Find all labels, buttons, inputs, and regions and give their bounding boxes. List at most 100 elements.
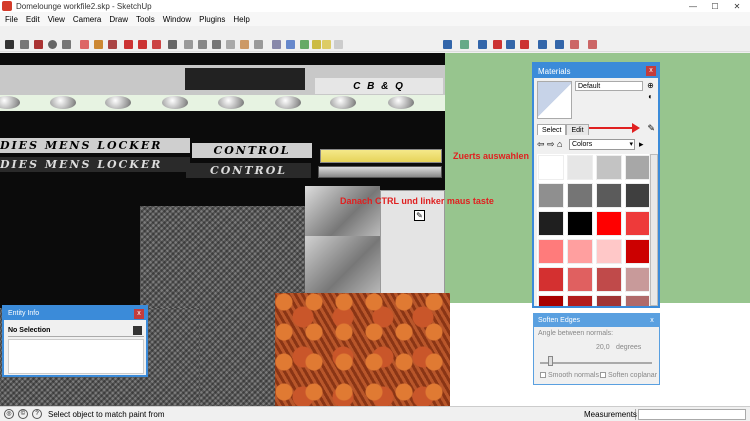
eraser-tool-icon[interactable] <box>80 40 89 49</box>
zoom-extents-icon[interactable] <box>226 40 235 49</box>
close-window-button[interactable]: ✕ <box>726 0 748 12</box>
material-swatch[interactable] <box>567 155 593 180</box>
material-swatch[interactable] <box>567 295 593 306</box>
material-swatch[interactable] <box>596 267 622 292</box>
redo-icon[interactable] <box>588 40 597 49</box>
line-tool-icon[interactable] <box>20 40 29 49</box>
material-swatch[interactable] <box>625 295 649 306</box>
orbit-tool-icon[interactable] <box>184 40 193 49</box>
soften-coplanar-option[interactable]: Soften coplanar <box>600 372 657 379</box>
paint-bucket-icon[interactable] <box>94 40 103 49</box>
components-icon[interactable] <box>254 40 263 49</box>
display-secondary-icon[interactable]: ◐ <box>646 92 655 101</box>
material-swatch[interactable] <box>596 295 622 306</box>
menu-camera[interactable]: Camera <box>73 15 101 24</box>
soften-title-bar[interactable]: Soften Edges x <box>534 314 659 327</box>
circle-tool-icon[interactable] <box>48 40 57 49</box>
material-swatch[interactable] <box>538 295 564 306</box>
pan-tool-icon[interactable] <box>198 40 207 49</box>
soften-close-button[interactable]: x <box>647 316 657 326</box>
entity-title-bar[interactable]: Entity Info x <box>4 307 146 320</box>
material-library-select[interactable]: Colors <box>569 138 635 150</box>
position-camera-icon[interactable] <box>555 40 564 49</box>
materials-title-bar[interactable]: Materials x <box>534 64 658 78</box>
protractor-icon[interactable] <box>493 40 502 49</box>
angle-slider-thumb[interactable] <box>548 356 553 366</box>
menu-tools[interactable]: Tools <box>136 15 155 24</box>
menu-view[interactable]: View <box>48 15 65 24</box>
material-swatch[interactable] <box>567 267 593 292</box>
material-swatch[interactable] <box>596 183 622 208</box>
move-tool-icon[interactable] <box>124 40 133 49</box>
home-icon[interactable]: ⌂ <box>557 139 567 149</box>
material-swatch[interactable] <box>625 267 649 292</box>
menu-plugins[interactable]: Plugins <box>199 15 225 24</box>
dark-panel <box>185 68 305 90</box>
look-around-icon[interactable] <box>538 40 547 49</box>
layer-icon[interactable] <box>286 40 295 49</box>
menu-window[interactable]: Window <box>163 15 191 24</box>
material-swatch[interactable] <box>596 155 622 180</box>
style-icon[interactable] <box>272 40 281 49</box>
material-swatch[interactable] <box>596 239 622 264</box>
3d-text-icon[interactable] <box>506 40 515 49</box>
menu-help[interactable]: Help <box>233 15 249 24</box>
tab-select[interactable]: Select <box>537 124 567 135</box>
material-swatch[interactable] <box>538 267 564 292</box>
credits-icon[interactable]: © <box>18 409 28 419</box>
tab-edit[interactable]: Edit <box>566 124 589 135</box>
pushpull-tool-icon[interactable] <box>108 40 117 49</box>
maximize-button[interactable]: ☐ <box>704 0 726 12</box>
top-view-icon[interactable] <box>322 40 331 49</box>
text-tool-icon[interactable] <box>478 40 487 49</box>
material-swatch[interactable] <box>625 183 649 208</box>
pencil-tool-icon[interactable] <box>34 40 43 49</box>
material-swatch[interactable] <box>625 155 649 180</box>
material-swatch[interactable] <box>625 211 649 236</box>
material-swatch[interactable] <box>567 211 593 236</box>
zoom-tool-icon[interactable] <box>212 40 221 49</box>
material-name-field[interactable]: Default <box>575 81 643 91</box>
entity-details-icon[interactable] <box>133 326 142 335</box>
material-tabs: Select Edit <box>537 124 589 135</box>
warehouse-icon[interactable] <box>240 40 249 49</box>
axes-icon[interactable] <box>443 40 452 49</box>
section-icon[interactable] <box>300 40 309 49</box>
help-icon[interactable]: ? <box>32 409 42 419</box>
material-swatch[interactable] <box>538 239 564 264</box>
create-material-icon[interactable]: ⊕ <box>646 81 655 90</box>
soften-coplanar-checkbox[interactable] <box>600 372 606 379</box>
undo-icon[interactable] <box>570 40 579 49</box>
back-arrow-icon[interactable]: ⇦ <box>537 139 547 150</box>
smooth-normals-checkbox[interactable] <box>540 372 546 379</box>
arc-tool-icon[interactable] <box>62 40 71 49</box>
material-swatch[interactable] <box>567 239 593 264</box>
sample-paint-icon[interactable]: ✎ <box>647 123 655 134</box>
menu-edit[interactable]: Edit <box>26 15 40 24</box>
material-swatch[interactable] <box>538 211 564 236</box>
material-swatch[interactable] <box>538 155 564 180</box>
dimension-icon[interactable] <box>460 40 469 49</box>
minimize-button[interactable]: — <box>682 0 704 12</box>
scale-tool-icon[interactable] <box>152 40 161 49</box>
rotate-tool-icon[interactable] <box>138 40 147 49</box>
material-swatch[interactable] <box>538 183 564 208</box>
tape-measure-icon[interactable] <box>168 40 177 49</box>
forward-arrow-icon[interactable]: ⇨ <box>547 139 557 150</box>
material-swatch[interactable] <box>625 239 649 264</box>
walk-tool-icon[interactable] <box>520 40 529 49</box>
select-tool-icon[interactable] <box>5 40 14 49</box>
geo-location-icon[interactable]: ◎ <box>4 409 14 419</box>
menu-file[interactable]: File <box>5 15 18 24</box>
front-view-icon[interactable] <box>334 40 343 49</box>
entity-close-button[interactable]: x <box>134 309 144 319</box>
materials-close-button[interactable]: x <box>646 66 656 76</box>
details-arrow-icon[interactable]: ▸ <box>639 139 649 150</box>
iso-view-icon[interactable] <box>312 40 321 49</box>
material-swatch[interactable] <box>596 211 622 236</box>
smooth-normals-option[interactable]: Smooth normals <box>540 372 599 379</box>
swatch-scrollbar[interactable] <box>650 154 658 306</box>
menu-draw[interactable]: Draw <box>109 15 128 24</box>
material-swatch[interactable] <box>567 183 593 208</box>
measurements-input[interactable] <box>638 409 746 420</box>
